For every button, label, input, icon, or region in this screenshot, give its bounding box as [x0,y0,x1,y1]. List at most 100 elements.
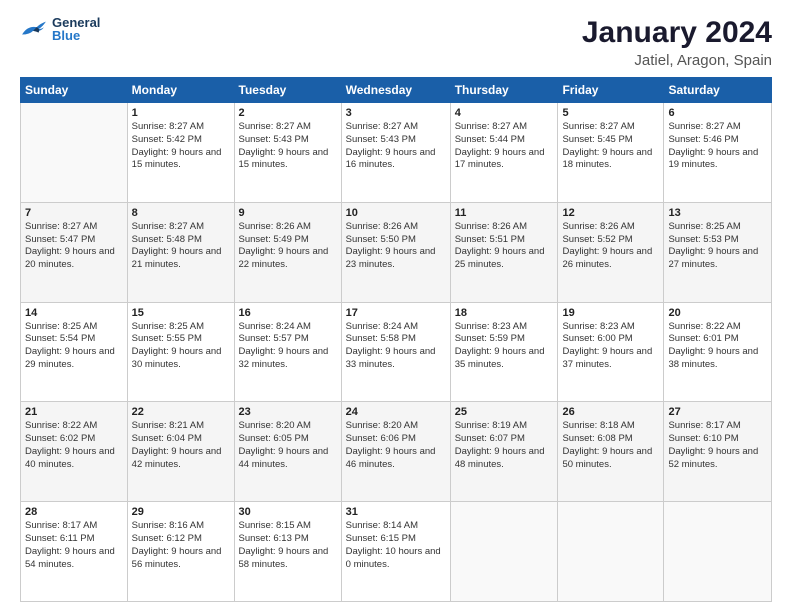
day-number: 22 [132,406,230,418]
day-info: Sunrise: 8:25 AM Sunset: 5:54 PM Dayligh… [25,321,123,372]
day-number: 15 [132,307,230,319]
day-info: Sunrise: 8:15 AM Sunset: 6:13 PM Dayligh… [239,520,337,571]
day-number: 27 [668,406,767,418]
day-number: 28 [25,506,123,518]
day-number: 12 [562,207,659,219]
day-info: Sunrise: 8:25 AM Sunset: 5:53 PM Dayligh… [668,221,767,272]
table-row: 14 Sunrise: 8:25 AM Sunset: 5:54 PM Dayli… [21,302,128,402]
col-friday: Friday [558,78,664,103]
day-number: 17 [346,307,446,319]
logo: General Blue [20,16,100,42]
table-row: 8 Sunrise: 8:27 AM Sunset: 5:48 PM Daylig… [127,202,234,302]
table-row: 31 Sunrise: 8:14 AM Sunset: 6:15 PM Dayli… [341,502,450,602]
col-wednesday: Wednesday [341,78,450,103]
col-tuesday: Tuesday [234,78,341,103]
day-number: 14 [25,307,123,319]
day-number: 1 [132,107,230,119]
table-row [558,502,664,602]
day-info: Sunrise: 8:27 AM Sunset: 5:43 PM Dayligh… [239,121,337,172]
day-number: 26 [562,406,659,418]
logo-icon [20,18,48,40]
day-number: 21 [25,406,123,418]
table-row: 1 Sunrise: 8:27 AM Sunset: 5:42 PM Daylig… [127,103,234,203]
day-info: Sunrise: 8:20 AM Sunset: 6:06 PM Dayligh… [346,420,446,471]
main-title: January 2024 [582,16,772,50]
table-row: 13 Sunrise: 8:25 AM Sunset: 5:53 PM Dayli… [664,202,772,302]
table-row: 10 Sunrise: 8:26 AM Sunset: 5:50 PM Dayli… [341,202,450,302]
table-row: 11 Sunrise: 8:26 AM Sunset: 5:51 PM Dayli… [450,202,558,302]
day-info: Sunrise: 8:27 AM Sunset: 5:43 PM Dayligh… [346,121,446,172]
table-row: 2Sunrise: 8:27 AM Sunset: 5:43 PM Daylig… [234,103,341,203]
day-info: Sunrise: 8:26 AM Sunset: 5:51 PM Dayligh… [455,221,554,272]
table-row [450,502,558,602]
calendar-table: Sunday Monday Tuesday Wednesday Thursday… [20,77,772,602]
table-row: 6 Sunrise: 8:27 AM Sunset: 5:46 PM Daylig… [664,103,772,203]
day-info: Sunrise: 8:26 AM Sunset: 5:49 PM Dayligh… [239,221,337,272]
day-number: 11 [455,207,554,219]
day-number: 13 [668,207,767,219]
title-block: January 2024 Jatiel, Aragon, Spain [582,16,772,69]
table-row: 23 Sunrise: 8:20 AM Sunset: 6:05 PM Dayli… [234,402,341,502]
table-row: 21 Sunrise: 8:22 AM Sunset: 6:02 PM Dayli… [21,402,128,502]
table-row: 19 Sunrise: 8:23 AM Sunset: 6:00 PM Dayli… [558,302,664,402]
table-row: 4 Sunrise: 8:27 AM Sunset: 5:44 PM Daylig… [450,103,558,203]
day-info: Sunrise: 8:27 AM Sunset: 5:45 PM Dayligh… [562,121,659,172]
day-info: Sunrise: 8:23 AM Sunset: 6:00 PM Dayligh… [562,321,659,372]
table-row: 20Sunrise: 8:22 AM Sunset: 6:01 PM Dayli… [664,302,772,402]
day-info: Sunrise: 8:24 AM Sunset: 5:57 PM Dayligh… [239,321,337,372]
day-info: Sunrise: 8:27 AM Sunset: 5:46 PM Dayligh… [668,121,767,172]
day-number: 5 [562,107,659,119]
table-row: 3Sunrise: 8:27 AM Sunset: 5:43 PM Daylig… [341,103,450,203]
calendar-week-4: 21 Sunrise: 8:22 AM Sunset: 6:02 PM Dayli… [21,402,772,502]
day-info: Sunrise: 8:16 AM Sunset: 6:12 PM Dayligh… [132,520,230,571]
table-row: 12 Sunrise: 8:26 AM Sunset: 5:52 PM Dayli… [558,202,664,302]
day-info: Sunrise: 8:27 AM Sunset: 5:42 PM Dayligh… [132,121,230,172]
col-sunday: Sunday [21,78,128,103]
day-number: 19 [562,307,659,319]
day-number: 8 [132,207,230,219]
day-info: Sunrise: 8:27 AM Sunset: 5:48 PM Dayligh… [132,221,230,272]
day-info: Sunrise: 8:20 AM Sunset: 6:05 PM Dayligh… [239,420,337,471]
table-row [21,103,128,203]
day-number: 30 [239,506,337,518]
day-info: Sunrise: 8:26 AM Sunset: 5:52 PM Dayligh… [562,221,659,272]
day-number: 29 [132,506,230,518]
day-number: 16 [239,307,337,319]
day-number: 23 [239,406,337,418]
calendar-week-1: 1 Sunrise: 8:27 AM Sunset: 5:42 PM Daylig… [21,103,772,203]
logo-blue-text: Blue [52,29,100,42]
day-number: 18 [455,307,554,319]
day-number: 4 [455,107,554,119]
table-row: 5 Sunrise: 8:27 AM Sunset: 5:45 PM Daylig… [558,103,664,203]
table-row: 7Sunrise: 8:27 AM Sunset: 5:47 PM Daylig… [21,202,128,302]
day-info: Sunrise: 8:19 AM Sunset: 6:07 PM Dayligh… [455,420,554,471]
table-row: 25 Sunrise: 8:19 AM Sunset: 6:07 PM Dayli… [450,402,558,502]
day-number: 20 [668,307,767,319]
day-number: 24 [346,406,446,418]
day-info: Sunrise: 8:27 AM Sunset: 5:44 PM Dayligh… [455,121,554,172]
calendar-header-row: Sunday Monday Tuesday Wednesday Thursday… [21,78,772,103]
table-row: 15 Sunrise: 8:25 AM Sunset: 5:55 PM Dayli… [127,302,234,402]
table-row: 9Sunrise: 8:26 AM Sunset: 5:49 PM Daylig… [234,202,341,302]
table-row: 29 Sunrise: 8:16 AM Sunset: 6:12 PM Dayli… [127,502,234,602]
day-info: Sunrise: 8:26 AM Sunset: 5:50 PM Dayligh… [346,221,446,272]
table-row: 22Sunrise: 8:21 AM Sunset: 6:04 PM Dayli… [127,402,234,502]
day-info: Sunrise: 8:18 AM Sunset: 6:08 PM Dayligh… [562,420,659,471]
table-row: 16 Sunrise: 8:24 AM Sunset: 5:57 PM Dayli… [234,302,341,402]
calendar-week-2: 7Sunrise: 8:27 AM Sunset: 5:47 PM Daylig… [21,202,772,302]
day-info: Sunrise: 8:25 AM Sunset: 5:55 PM Dayligh… [132,321,230,372]
col-monday: Monday [127,78,234,103]
day-number: 6 [668,107,767,119]
day-number: 25 [455,406,554,418]
day-info: Sunrise: 8:17 AM Sunset: 6:11 PM Dayligh… [25,520,123,571]
table-row: 18Sunrise: 8:23 AM Sunset: 5:59 PM Dayli… [450,302,558,402]
table-row: 24 Sunrise: 8:20 AM Sunset: 6:06 PM Dayli… [341,402,450,502]
day-number: 31 [346,506,446,518]
table-row: 17 Sunrise: 8:24 AM Sunset: 5:58 PM Dayli… [341,302,450,402]
day-number: 10 [346,207,446,219]
day-info: Sunrise: 8:24 AM Sunset: 5:58 PM Dayligh… [346,321,446,372]
table-row: 30 Sunrise: 8:15 AM Sunset: 6:13 PM Dayli… [234,502,341,602]
page-header: General Blue January 2024 Jatiel, Aragon… [20,16,772,69]
day-info: Sunrise: 8:22 AM Sunset: 6:02 PM Dayligh… [25,420,123,471]
day-info: Sunrise: 8:14 AM Sunset: 6:15 PM Dayligh… [346,520,446,571]
